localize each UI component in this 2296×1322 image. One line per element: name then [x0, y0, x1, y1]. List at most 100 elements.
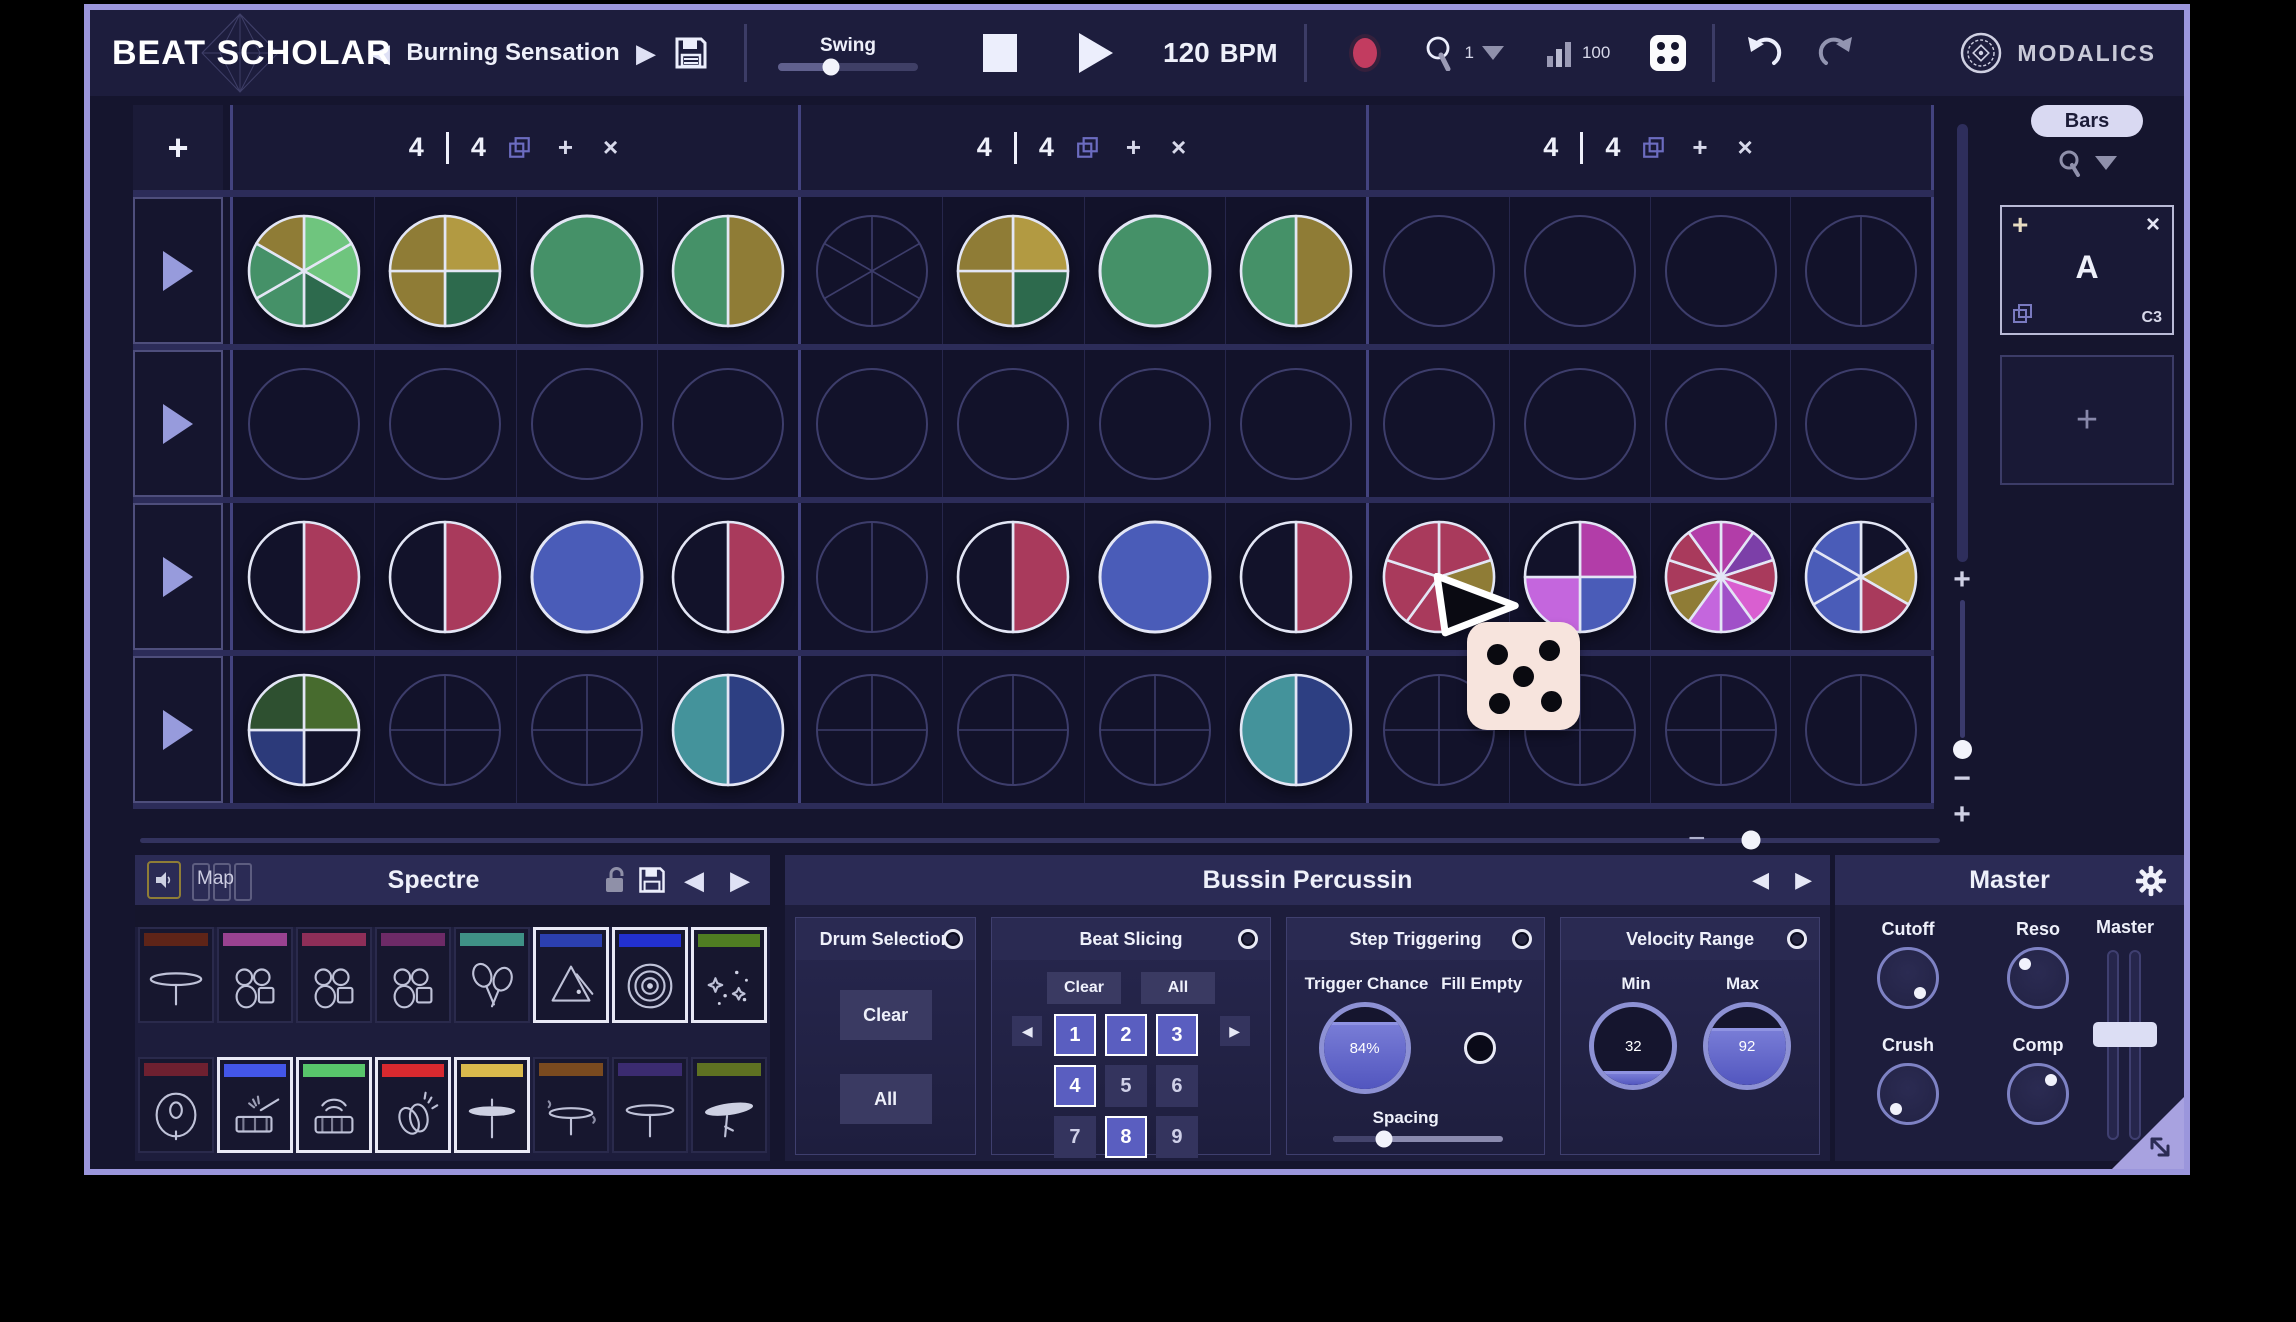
h-zoom-in-button[interactable]: +: [1945, 797, 1979, 833]
swing-slider[interactable]: [778, 63, 918, 71]
beat-pad[interactable]: [1084, 656, 1225, 803]
percussion-prev-button[interactable]: ◀: [1752, 867, 1769, 893]
lock-icon[interactable]: [602, 865, 628, 895]
beat-pad[interactable]: [801, 197, 942, 344]
v-zoom-in-button[interactable]: +: [1945, 562, 1979, 598]
beat-pad[interactable]: [1650, 350, 1791, 497]
drum-tile-crash-cymbal[interactable]: [691, 1057, 767, 1153]
time-sig-denominator[interactable]: 4: [1605, 132, 1620, 163]
save-button[interactable]: [674, 36, 708, 70]
beat-pad[interactable]: [1084, 197, 1225, 344]
beat-pad[interactable]: [516, 656, 657, 803]
reso-knob[interactable]: [2007, 947, 2069, 1009]
time-sig-numerator[interactable]: 4: [977, 132, 992, 163]
section-copy-icon[interactable]: [2012, 303, 2034, 325]
slice-number-8[interactable]: 8: [1105, 1116, 1147, 1158]
undo-button[interactable]: [1741, 33, 1783, 73]
beat-pad[interactable]: [657, 350, 798, 497]
bar-add-button[interactable]: +: [1688, 132, 1711, 163]
slice-number-6[interactable]: 6: [1156, 1065, 1198, 1107]
beat-pad[interactable]: [942, 656, 1083, 803]
beat-pad[interactable]: [801, 503, 942, 650]
map-button[interactable]: Map: [191, 860, 265, 900]
bpm-display[interactable]: 120 BPM: [1163, 37, 1278, 69]
beat-pad[interactable]: [1790, 350, 1931, 497]
slice-next-button[interactable]: ▶: [1220, 1016, 1250, 1046]
drum-tile-drum-head[interactable]: [138, 1057, 214, 1153]
bar-remove-button[interactable]: ×: [1734, 132, 1757, 163]
drum-tile-hihat[interactable]: [454, 1057, 530, 1153]
beat-pad[interactable]: [1369, 350, 1509, 497]
row-play-button[interactable]: [133, 656, 223, 803]
row-play-button[interactable]: [133, 503, 223, 650]
beat-pad[interactable]: [1084, 503, 1225, 650]
beat-pad[interactable]: [1650, 656, 1791, 803]
beat-pad[interactable]: [516, 503, 657, 650]
trigger-chance-knob[interactable]: 84%: [1319, 1002, 1411, 1094]
bar-add-button[interactable]: +: [554, 132, 577, 163]
vertical-scrollbar[interactable]: [1957, 124, 1968, 562]
bars-zoom-icon[interactable]: [2057, 149, 2083, 177]
drum-tile-drum-kit[interactable]: [296, 927, 372, 1023]
drum-tile-clap[interactable]: [375, 1057, 451, 1153]
time-sig-denominator[interactable]: 4: [1039, 132, 1054, 163]
slice-number-2[interactable]: 2: [1105, 1014, 1147, 1056]
row-play-button[interactable]: [133, 197, 223, 344]
beat-pad[interactable]: [657, 197, 798, 344]
preset-next-button[interactable]: ▶: [628, 38, 664, 69]
row-play-button[interactable]: [133, 350, 223, 497]
beat-pad[interactable]: [374, 350, 515, 497]
section-add-button[interactable]: +: [2012, 209, 2028, 241]
beat-pad[interactable]: [1509, 197, 1650, 344]
slice-number-7[interactable]: 7: [1054, 1116, 1096, 1158]
drum-tile-maracas[interactable]: [454, 927, 530, 1023]
drum-tile-gong[interactable]: [612, 927, 688, 1023]
drum-tile-snare[interactable]: [217, 1057, 293, 1153]
beat-pad[interactable]: [1225, 197, 1366, 344]
drum-selection-led[interactable]: [943, 929, 963, 949]
drum-tile-sparkles[interactable]: [691, 927, 767, 1023]
comp-knob[interactable]: [2007, 1063, 2069, 1125]
randomize-button[interactable]: [1650, 35, 1686, 71]
beat-pad[interactable]: [233, 503, 374, 650]
slice-number-9[interactable]: 9: [1156, 1116, 1198, 1158]
stop-button[interactable]: [983, 34, 1017, 72]
beat-pad[interactable]: [1790, 197, 1931, 344]
redo-button[interactable]: [1817, 33, 1859, 73]
beat-pad[interactable]: [1790, 503, 1931, 650]
drum-tile-drum-machine[interactable]: [296, 1057, 372, 1153]
bar-copy-icon[interactable]: [1076, 136, 1100, 160]
beat-pad[interactable]: [1225, 503, 1366, 650]
h-scroll-thumb[interactable]: [1742, 831, 1761, 850]
drum-clear-button[interactable]: Clear: [840, 990, 932, 1040]
beat-pad[interactable]: [942, 503, 1083, 650]
drum-tile-triangle[interactable]: [533, 927, 609, 1023]
bars-dropdown[interactable]: [2095, 156, 2117, 170]
drum-tile-ride-cymbal[interactable]: [138, 927, 214, 1023]
kit-next-button[interactable]: ▶: [722, 865, 758, 896]
kit-prev-button[interactable]: ◀: [676, 865, 712, 896]
settings-gear-icon[interactable]: [2134, 864, 2168, 898]
beat-pad[interactable]: [1084, 350, 1225, 497]
beat-pad[interactable]: [374, 197, 515, 344]
beat-pad[interactable]: [1790, 656, 1931, 803]
beat-pad[interactable]: [516, 197, 657, 344]
beat-pad[interactable]: [1225, 350, 1366, 497]
cutoff-knob[interactable]: [1877, 947, 1939, 1009]
fill-empty-toggle[interactable]: [1464, 1032, 1496, 1064]
play-button[interactable]: [1079, 33, 1113, 73]
bars-view-toggle[interactable]: Bars: [2031, 105, 2143, 137]
swing-slider-thumb[interactable]: [823, 59, 840, 76]
velocity-range-led[interactable]: [1787, 929, 1807, 949]
slice-number-3[interactable]: 3: [1156, 1014, 1198, 1056]
slice-number-4[interactable]: 4: [1054, 1065, 1096, 1107]
drum-all-button[interactable]: All: [840, 1074, 932, 1124]
beat-pad[interactable]: [1650, 197, 1791, 344]
beat-slicing-led[interactable]: [1238, 929, 1258, 949]
bar-add-button[interactable]: +: [1122, 132, 1145, 163]
beat-pad[interactable]: [233, 656, 374, 803]
slice-number-1[interactable]: 1: [1054, 1014, 1096, 1056]
beat-pad[interactable]: [1509, 350, 1650, 497]
beat-pad[interactable]: [233, 197, 374, 344]
crush-knob[interactable]: [1877, 1063, 1939, 1125]
